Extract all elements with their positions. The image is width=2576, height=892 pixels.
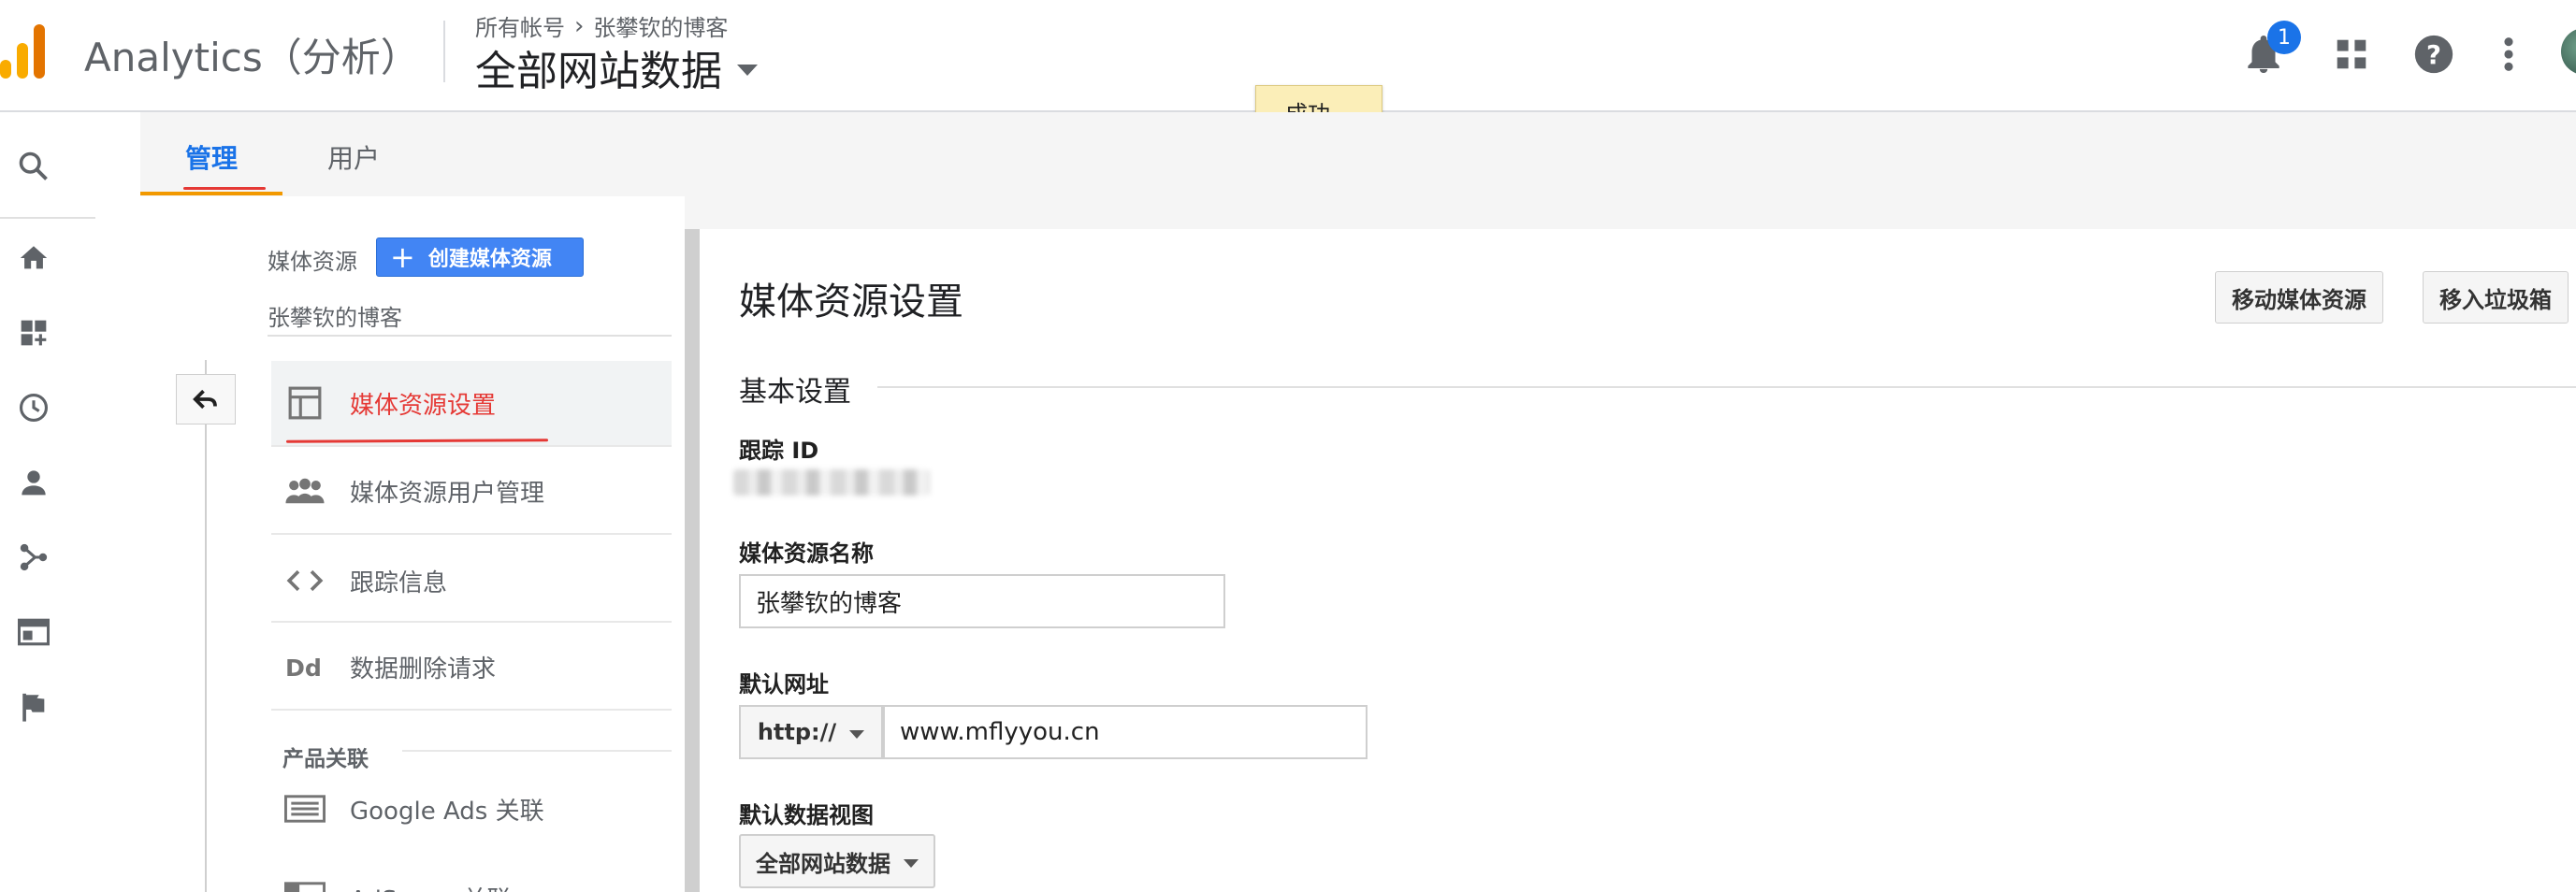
protocol-value: http://	[757, 719, 837, 745]
menu-item-google-ads-links[interactable]: Google Ads 关联	[271, 767, 672, 851]
customization-icon[interactable]	[13, 312, 54, 353]
menu-item-tracking-info[interactable]: 跟踪信息	[271, 539, 672, 623]
section-rule	[877, 386, 2576, 388]
menu-item-user-management[interactable]: 媒体资源用户管理	[271, 449, 672, 533]
move-to-trash-button[interactable]: 移入垃圾箱	[2423, 271, 2569, 324]
protocol-dropdown[interactable]: http://	[739, 705, 883, 759]
menu-divider	[271, 621, 672, 623]
chevron-right-icon: ›	[574, 11, 585, 40]
red-annotation-stroke	[183, 187, 266, 190]
page-title: 媒体资源设置	[739, 281, 963, 324]
menu-item-label: 跟踪信息	[350, 568, 448, 597]
search-icon[interactable]	[13, 146, 54, 187]
menu-divider	[271, 709, 672, 711]
caret-down-icon	[849, 729, 865, 739]
column-header-divider	[268, 335, 672, 337]
default-view-dropdown[interactable]: 全部网站数据	[739, 834, 935, 888]
conversions-flag-icon[interactable]	[13, 686, 54, 727]
menu-item-property-settings[interactable]: 媒体资源设置	[271, 361, 672, 445]
settings-panel	[700, 229, 2576, 892]
basic-settings-heading: 基本设置	[739, 376, 851, 409]
menu-divider	[271, 445, 672, 447]
google-ads-icon	[284, 788, 326, 829]
property-settings-icon	[284, 382, 326, 424]
help-icon[interactable]: ?	[2408, 28, 2460, 80]
menu-item-label: 媒体资源用户管理	[350, 479, 545, 508]
realtime-clock-icon[interactable]	[13, 387, 54, 428]
menu-item-data-deletion[interactable]: Dd 数据删除请求	[271, 625, 672, 709]
view-selector[interactable]: 全部网站数据	[475, 37, 758, 97]
default-view-value: 全部网站数据	[756, 850, 890, 877]
menu-divider	[271, 533, 672, 535]
create-property-label: 创建媒体资源	[427, 248, 552, 271]
audience-person-icon[interactable]	[13, 462, 54, 503]
dd-icon: Dd	[284, 646, 326, 687]
property-name-input[interactable]: 张攀钦的博客	[739, 574, 1225, 628]
menu-item-label: Google Ads 关联	[350, 797, 544, 826]
acquisition-icon[interactable]	[13, 537, 54, 578]
menu-item-label: 媒体资源设置	[350, 391, 497, 420]
property-name-label: 媒体资源名称	[739, 540, 874, 567]
default-url-label: 默认网址	[739, 671, 829, 698]
caret-down-icon	[737, 65, 758, 76]
menu-item-label: AdSense 关联	[350, 881, 512, 892]
apps-grid-icon[interactable]	[2325, 28, 2378, 80]
code-icon	[284, 560, 326, 601]
adsense-icon	[284, 875, 326, 892]
behavior-icon[interactable]	[13, 611, 54, 653]
svg-text:Dd: Dd	[285, 655, 322, 680]
move-property-button[interactable]: 移动媒体资源	[2215, 271, 2383, 324]
create-property-button[interactable]: + 创建媒体资源	[376, 237, 584, 277]
nav-divider	[0, 217, 95, 219]
admin-tab-bar	[140, 112, 2576, 196]
header-divider	[443, 21, 445, 82]
menu-item-adsense-links[interactable]: AdSense 关联	[271, 851, 672, 892]
property-selector[interactable]: 张攀钦的博客	[268, 299, 402, 332]
menu-item-label: 数据删除请求	[350, 655, 497, 683]
hierarchy-line	[205, 360, 207, 892]
default-url-input[interactable]: www.mflyyou.cn	[883, 705, 1368, 759]
more-vert-icon[interactable]	[2482, 28, 2535, 80]
property-column-label: 媒体资源	[268, 249, 357, 275]
people-icon	[284, 470, 326, 511]
plus-icon: +	[390, 239, 415, 275]
caret-down-icon	[904, 858, 919, 868]
svg-text:?: ?	[2426, 40, 2441, 70]
back-arrow-button[interactable]	[176, 374, 236, 424]
analytics-logo-icon[interactable]	[0, 22, 49, 79]
home-icon[interactable]	[13, 237, 54, 279]
product-name: Analytics（分析）	[84, 35, 420, 80]
tab-user[interactable]: 用户	[327, 138, 380, 176]
tracking-id-label: 跟踪 ID	[739, 438, 819, 464]
active-tab-indicator	[140, 192, 282, 195]
notification-count-badge: 1	[2267, 21, 2301, 54]
tracking-id-redacted-value	[733, 469, 930, 496]
tab-admin[interactable]: 管理	[185, 138, 238, 176]
column-divider[interactable]	[685, 229, 700, 892]
view-selector-label: 全部网站数据	[475, 48, 722, 95]
back-arrow-icon	[193, 389, 217, 410]
section-divider	[402, 750, 672, 752]
default-view-label: 默认数据视图	[739, 802, 874, 828]
